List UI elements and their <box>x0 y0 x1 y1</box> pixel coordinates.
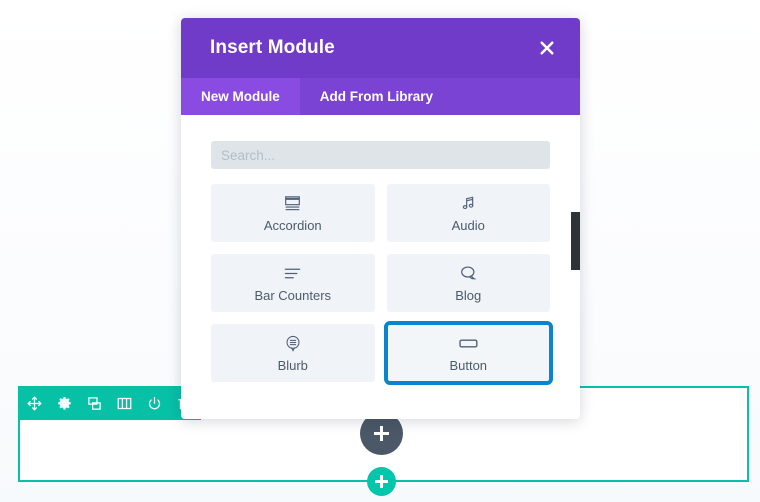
module-tile-blog[interactable]: Blog <box>386 254 550 312</box>
insert-module-modal: Insert Module New Module Add From Librar… <box>181 18 580 419</box>
modal-header: Insert Module <box>181 18 580 78</box>
module-tile-label: Blurb <box>277 357 308 373</box>
move-icon[interactable] <box>26 395 43 412</box>
row-settings-toolbar[interactable] <box>18 386 201 420</box>
search-input[interactable] <box>211 141 550 169</box>
power-icon[interactable] <box>146 395 163 412</box>
page-title: Insert Module <box>210 37 335 58</box>
modal-tab-bar: New Module Add From Library <box>181 78 580 115</box>
module-tile-button[interactable]: Button <box>383 321 553 385</box>
tab-add-from-library[interactable]: Add From Library <box>300 78 453 115</box>
plus-icon <box>374 426 389 441</box>
bar-counters-icon <box>284 265 301 282</box>
module-grid: Accordion Audio Bar Counters Blog Blurb … <box>211 184 553 385</box>
button-icon <box>459 335 478 352</box>
module-tile-label: Audio <box>451 217 485 233</box>
add-row-button[interactable] <box>367 467 396 496</box>
plus-icon <box>375 475 388 488</box>
search-area <box>181 115 580 169</box>
scrollbar-thumb[interactable] <box>571 212 580 270</box>
close-icon[interactable] <box>536 37 558 59</box>
module-tile-label: Blog <box>455 287 482 303</box>
blurb-icon <box>285 335 301 352</box>
gear-icon[interactable] <box>56 395 73 412</box>
speech-bubble-icon <box>460 265 477 282</box>
duplicate-icon[interactable] <box>86 395 103 412</box>
columns-icon[interactable] <box>116 395 133 412</box>
module-tile-label: Accordion <box>263 217 322 233</box>
modal-scrollbar[interactable] <box>571 212 580 419</box>
module-tile-bar-counters[interactable]: Bar Counters <box>211 254 375 312</box>
modal-body: Accordion Audio <box>181 115 580 419</box>
accordion-icon <box>284 195 301 212</box>
module-tile-blurb[interactable]: Blurb <box>211 324 375 382</box>
module-tile-audio[interactable]: Audio <box>386 184 550 242</box>
module-tile-accordion[interactable]: Accordion <box>211 184 375 242</box>
music-note-icon <box>460 195 476 212</box>
module-tile-label: Button <box>449 357 488 373</box>
module-tile-label: Bar Counters <box>254 287 332 303</box>
tab-new-module[interactable]: New Module <box>181 78 300 115</box>
